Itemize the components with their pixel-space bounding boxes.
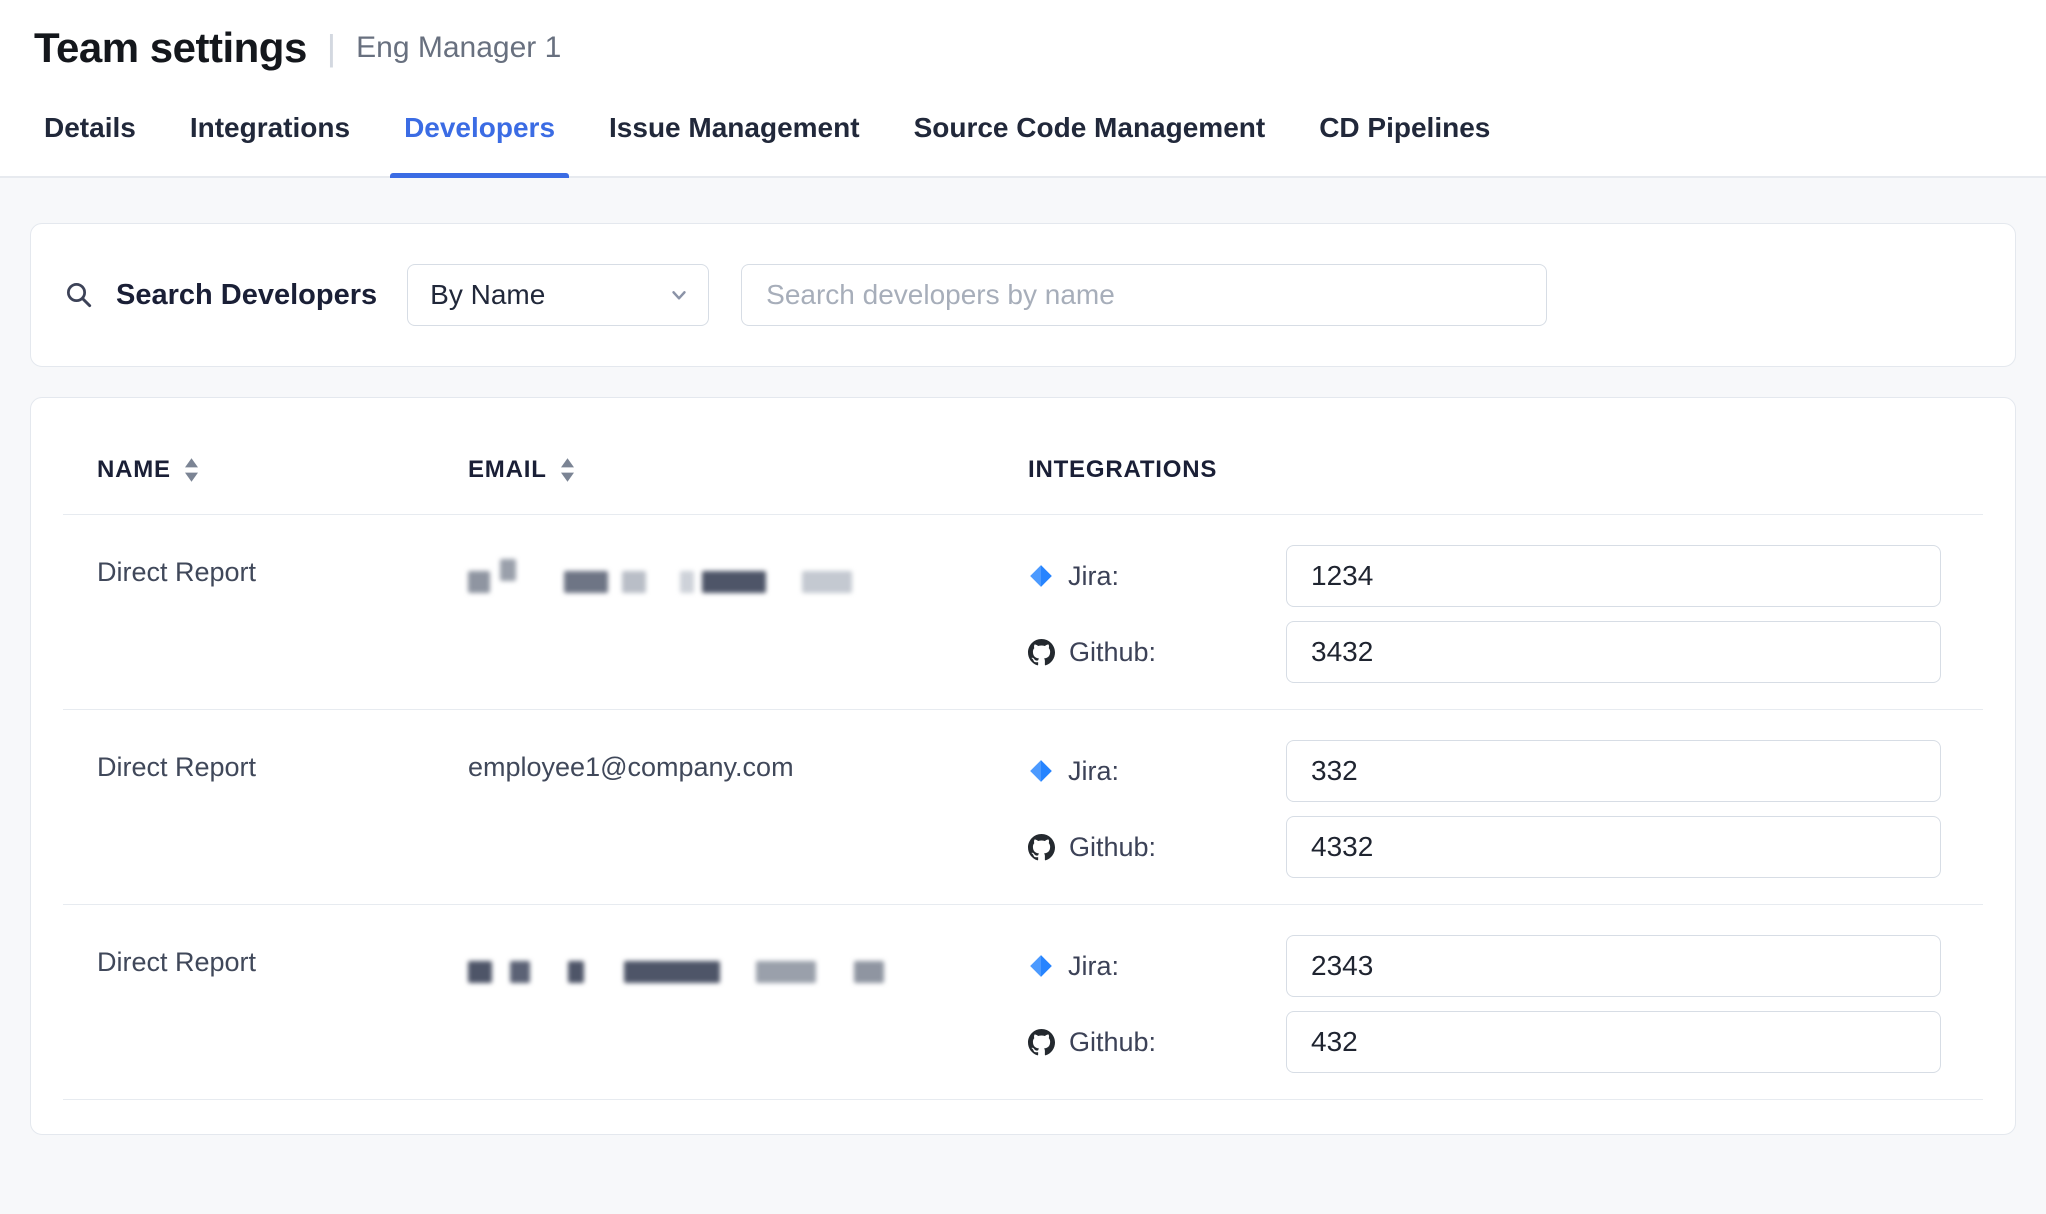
column-header-name: NAME xyxy=(63,456,468,484)
jira-integration-row: Jira: xyxy=(1028,545,1983,607)
jira-id-input[interactable] xyxy=(1286,740,1941,802)
team-settings-page: Team settings | Eng Manager 1 Details In… xyxy=(0,0,2046,1214)
sort-email-icon[interactable] xyxy=(559,457,576,483)
column-header-email: EMAIL xyxy=(468,456,1028,484)
page-header: Team settings | Eng Manager 1 Details In… xyxy=(0,0,2046,178)
redacted-email xyxy=(468,557,1028,593)
jira-label-group: Jira: xyxy=(1028,561,1286,592)
jira-integration-row: Jira: xyxy=(1028,740,1983,802)
integrations-header-label: INTEGRATIONS xyxy=(1028,456,1217,484)
tab-source-code-management[interactable]: Source Code Management xyxy=(900,86,1280,176)
tab-integrations[interactable]: Integrations xyxy=(176,86,364,176)
developers-table: NAME EMAIL xyxy=(30,397,2016,1135)
developer-email: employee1@company.com xyxy=(468,740,1028,878)
github-icon xyxy=(1028,834,1055,861)
tab-issue-management[interactable]: Issue Management xyxy=(595,86,874,176)
email-header-label: EMAIL xyxy=(468,456,547,484)
developer-email xyxy=(468,935,1028,1073)
github-id-input[interactable] xyxy=(1286,1011,1941,1073)
page-title: Team settings xyxy=(34,24,307,72)
jira-id-input[interactable] xyxy=(1286,545,1941,607)
github-icon xyxy=(1028,1029,1055,1056)
table-row: Direct Report xyxy=(63,905,1983,1100)
table-header-row: NAME EMAIL xyxy=(63,398,1983,515)
github-id-input[interactable] xyxy=(1286,816,1941,878)
search-filter-value: By Name xyxy=(430,279,545,311)
tab-developers[interactable]: Developers xyxy=(390,86,569,176)
chevron-down-icon xyxy=(668,284,690,306)
github-label: Github: xyxy=(1069,1027,1156,1058)
github-label-group: Github: xyxy=(1028,832,1286,863)
integrations-cell: Jira: Github: xyxy=(1028,545,1983,683)
table-row: Direct Report xyxy=(63,515,1983,710)
github-label-group: Github: xyxy=(1028,1027,1286,1058)
jira-label-group: Jira: xyxy=(1028,951,1286,982)
tab-cd-pipelines[interactable]: CD Pipelines xyxy=(1305,86,1504,176)
search-filter-select[interactable]: By Name xyxy=(407,264,709,326)
tab-details[interactable]: Details xyxy=(30,86,150,176)
github-icon xyxy=(1028,639,1055,666)
tab-bar: Details Integrations Developers Issue Ma… xyxy=(0,86,2046,178)
jira-label-group: Jira: xyxy=(1028,756,1286,787)
content-area: Search Developers By Name NAME xyxy=(0,178,2046,1214)
developer-name: Direct Report xyxy=(63,740,468,878)
integrations-cell: Jira: Github: xyxy=(1028,740,1983,878)
sort-name-icon[interactable] xyxy=(183,457,200,483)
github-label: Github: xyxy=(1069,832,1156,863)
jira-icon xyxy=(1028,758,1054,784)
search-title: Search Developers xyxy=(64,279,377,312)
github-label-group: Github: xyxy=(1028,637,1286,668)
table-row: Direct Report employee1@company.com Jira… xyxy=(63,710,1983,905)
developer-email xyxy=(468,545,1028,683)
jira-id-input[interactable] xyxy=(1286,935,1941,997)
search-card: Search Developers By Name xyxy=(30,223,2016,367)
jira-label: Jira: xyxy=(1068,951,1119,982)
page-subtitle: Eng Manager 1 xyxy=(356,31,561,65)
github-label: Github: xyxy=(1069,637,1156,668)
github-integration-row: Github: xyxy=(1028,1011,1983,1073)
jira-icon xyxy=(1028,953,1054,979)
jira-label: Jira: xyxy=(1068,756,1119,787)
search-icon xyxy=(64,280,94,310)
redacted-email xyxy=(468,947,1028,983)
github-id-input[interactable] xyxy=(1286,621,1941,683)
developer-name: Direct Report xyxy=(63,935,468,1073)
column-header-integrations: INTEGRATIONS xyxy=(1028,456,1983,484)
jira-integration-row: Jira: xyxy=(1028,935,1983,997)
title-divider: | xyxy=(327,30,336,66)
jira-label: Jira: xyxy=(1068,561,1119,592)
integrations-cell: Jira: Github: xyxy=(1028,935,1983,1073)
name-header-label: NAME xyxy=(97,456,171,484)
github-integration-row: Github: xyxy=(1028,816,1983,878)
developer-name: Direct Report xyxy=(63,545,468,683)
github-integration-row: Github: xyxy=(1028,621,1983,683)
search-input[interactable] xyxy=(741,264,1547,326)
search-label: Search Developers xyxy=(116,279,377,312)
page-head-row: Team settings | Eng Manager 1 xyxy=(0,0,2046,86)
jira-icon xyxy=(1028,563,1054,589)
